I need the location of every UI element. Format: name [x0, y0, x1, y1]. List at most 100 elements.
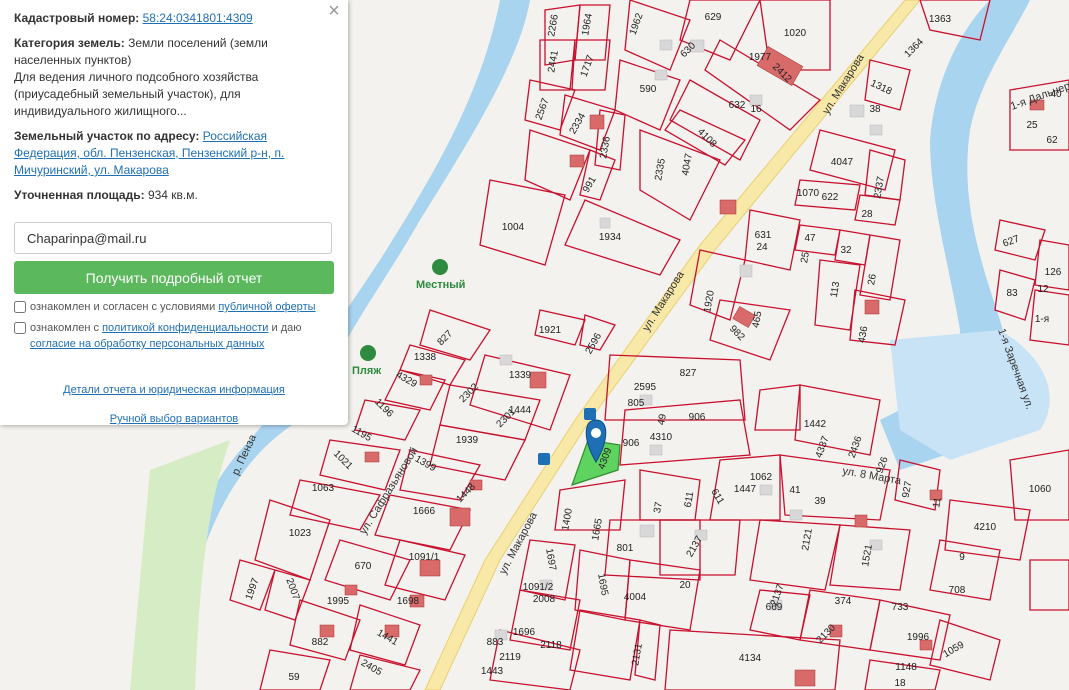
plot-number: 465	[751, 310, 765, 329]
plot-number: 1920	[702, 289, 717, 313]
beach-icon[interactable]	[432, 259, 448, 275]
plot-number: 1962	[628, 11, 646, 36]
plot-number: 1148	[895, 662, 917, 673]
plot-number: 2595	[634, 382, 657, 393]
plot-number: 632	[729, 100, 746, 111]
plot-number: 4210	[974, 522, 997, 533]
plot-number: 1363	[929, 14, 952, 25]
plot-number: 4047	[831, 157, 854, 168]
plot-number: 2302	[457, 381, 481, 405]
plot-number: 590	[640, 84, 657, 95]
plot-number: 4108	[695, 126, 719, 150]
plot-number: 670	[355, 561, 372, 572]
plot-number: 25	[799, 251, 812, 264]
plot-number: 2334	[568, 111, 589, 136]
plot-number: 882	[312, 637, 329, 648]
plot-number: 2596	[584, 331, 605, 356]
plot-number: 801	[617, 543, 634, 554]
plot-number: 2567	[534, 96, 552, 121]
address-row: Земельный участок по адресу: Российская …	[14, 128, 334, 179]
usage-text: Для ведения личного подсобного хозяйства…	[14, 70, 259, 118]
plot-number: 883	[487, 637, 504, 648]
plot-number: 1717	[579, 53, 597, 78]
poi-label-beach: Пляж	[352, 365, 381, 377]
plot-number: 25	[1026, 120, 1038, 131]
plot-number: 2118	[540, 640, 562, 651]
plot-number: 1443	[481, 666, 504, 677]
plot-number: 627	[1001, 233, 1021, 249]
email-input[interactable]	[14, 222, 332, 254]
plot-number: 1070	[797, 188, 820, 199]
bus-stop-icon[interactable]	[584, 408, 596, 420]
cadastral-number-link[interactable]: 58:24:0341801:4309	[143, 11, 253, 25]
beach-icon[interactable]	[360, 345, 376, 361]
plot-number: 2008	[533, 594, 556, 605]
plot-number: 39	[814, 496, 826, 507]
consent-privacy: ознакомлен с политикой конфиденциальност…	[14, 320, 334, 352]
plot-number: 1696	[513, 627, 536, 638]
plot-number: 12	[1037, 284, 1049, 295]
plot-number: 126	[1045, 267, 1062, 278]
plot-number: 2336	[598, 135, 613, 159]
plot-number: 927	[901, 480, 915, 499]
consent-privacy-text: ознакомлен с	[30, 322, 100, 334]
category-label: Категория земель:	[14, 36, 125, 50]
cadastral-row: Кадастровый номер: 58:24:0341801:4309	[14, 10, 334, 27]
street-label: ул. 8 Марта	[841, 465, 902, 487]
plot-number: 1339	[509, 370, 532, 381]
plot-number: 1060	[1029, 484, 1052, 495]
plot-number: 1447	[734, 484, 757, 495]
plot-number: 1-я	[1035, 314, 1049, 325]
plot-number: 1997	[244, 576, 262, 601]
privacy-policy-link[interactable]: политикой конфиденциальности	[102, 322, 268, 334]
plot-number: 982	[727, 323, 747, 343]
plot-number: 2131	[630, 642, 645, 666]
report-details-link[interactable]: Детали отчета и юридическая информация	[63, 384, 285, 396]
manual-selection-link[interactable]: Ручной выбор вариантов	[110, 413, 238, 425]
category-row: Категория земель: Земли поселений (земли…	[14, 35, 334, 120]
plot-number: 9	[959, 552, 965, 563]
plot-number: 1977	[749, 52, 772, 63]
plot-number: 20	[679, 580, 691, 591]
plot-number: 906	[623, 438, 640, 449]
plot-number: 1444	[509, 405, 532, 416]
plot-number: 1698	[397, 596, 420, 607]
plot-number: 669	[766, 602, 783, 613]
plot-number: 1318	[869, 78, 894, 98]
plot-number: 2441	[546, 49, 561, 73]
plot-number: 49	[656, 413, 669, 426]
plot-number: 1521	[860, 543, 875, 567]
personal-data-consent-link[interactable]: согласие на обработку персональных данны…	[30, 338, 264, 350]
map-pin-dot	[591, 428, 601, 438]
public-offer-link[interactable]: публичной оферты	[218, 301, 315, 313]
plot-number: 733	[892, 602, 909, 613]
plot-number: 805	[628, 398, 645, 409]
plot-number: 4047	[680, 152, 695, 176]
offer-checkbox[interactable]	[14, 301, 26, 313]
panel-links: Детали отчета и юридическая информация Р…	[14, 382, 334, 428]
plot-number: 47	[804, 233, 816, 244]
plot-number: 827	[680, 368, 697, 379]
plot-number: 374	[835, 596, 852, 607]
plot-number: 2121	[800, 527, 815, 551]
street-label: ул. Макарова	[640, 268, 687, 333]
close-icon[interactable]: ×	[326, 1, 342, 21]
poi-label-local: Местный	[416, 279, 465, 291]
plot-number: 2119	[499, 652, 521, 663]
plot-number: 24	[756, 242, 768, 253]
plot-number: 906	[689, 412, 706, 423]
bus-stop-icon[interactable]	[538, 453, 550, 465]
consent-offer-text: ознакомлен и согласен с условиями	[30, 301, 216, 313]
plot-number: 1338	[414, 352, 437, 363]
plot-number: 1939	[456, 435, 479, 446]
privacy-checkbox[interactable]	[14, 322, 26, 334]
address-label: Земельный участок по адресу:	[14, 129, 200, 143]
plot-number: 622	[822, 192, 839, 203]
plot-number: 83	[1006, 288, 1018, 299]
plot-number: 1023	[289, 528, 312, 539]
plot-number: 2436	[847, 434, 865, 459]
plot-number: 1665	[590, 517, 605, 541]
plot-number: 1995	[327, 596, 350, 607]
plot-number: 1091/2	[523, 582, 554, 593]
get-report-button[interactable]: Получить подробный отчет	[14, 261, 334, 294]
